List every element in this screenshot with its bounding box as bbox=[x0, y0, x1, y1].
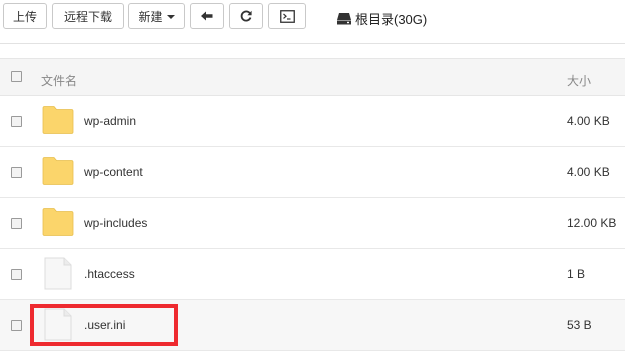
row-checkbox[interactable] bbox=[11, 269, 22, 280]
row-checkbox[interactable] bbox=[11, 320, 22, 331]
new-label: 新建 bbox=[138, 9, 163, 24]
file-size: 4.00 KB bbox=[567, 165, 610, 179]
table-header: 文件名 大小 bbox=[0, 58, 625, 96]
caret-down-icon bbox=[166, 14, 175, 19]
file-name[interactable]: wp-includes bbox=[84, 216, 147, 230]
table-row[interactable]: wp-admin 4.00 KB bbox=[0, 96, 625, 147]
folder-icon bbox=[42, 106, 74, 134]
terminal-button[interactable] bbox=[268, 3, 306, 29]
file-size: 53 B bbox=[567, 318, 592, 332]
select-all-checkbox[interactable] bbox=[11, 71, 22, 82]
highlight-box bbox=[30, 304, 178, 346]
file-icon bbox=[44, 257, 72, 290]
remote-download-button[interactable]: 远程下载 bbox=[52, 3, 124, 29]
file-name[interactable]: .htaccess bbox=[84, 267, 135, 281]
root-directory-breadcrumb[interactable]: 根目录(30G) bbox=[336, 9, 427, 28]
root-directory-label: 根目录(30G) bbox=[355, 12, 428, 27]
file-size: 1 B bbox=[567, 267, 586, 281]
arrow-left-icon bbox=[201, 11, 213, 21]
row-checkbox[interactable] bbox=[11, 218, 22, 229]
row-checkbox[interactable] bbox=[11, 116, 22, 127]
row-checkbox[interactable] bbox=[11, 167, 22, 178]
table-row[interactable]: wp-includes 12.00 KB bbox=[0, 198, 625, 249]
file-name[interactable]: wp-content bbox=[84, 165, 143, 179]
hard-drive-icon bbox=[337, 13, 351, 25]
remote-download-label: 远程下载 bbox=[63, 9, 112, 24]
toolbar: 上传 远程下载 新建 根目录(30G) bbox=[0, 0, 625, 44]
file-size: 4.00 KB bbox=[567, 114, 610, 128]
column-header-size[interactable]: 大小 bbox=[567, 72, 591, 89]
table-row[interactable]: wp-content 4.00 KB bbox=[0, 147, 625, 198]
file-size: 12.00 KB bbox=[567, 216, 617, 230]
folder-icon bbox=[42, 157, 74, 185]
table-row[interactable]: .htaccess 1 B bbox=[0, 249, 625, 300]
upload-button[interactable]: 上传 bbox=[3, 3, 47, 29]
refresh-icon bbox=[240, 10, 252, 22]
column-header-name[interactable]: 文件名 bbox=[41, 72, 77, 89]
back-button[interactable] bbox=[190, 3, 224, 29]
folder-icon bbox=[42, 208, 74, 236]
upload-label: 上传 bbox=[12, 9, 37, 24]
refresh-button[interactable] bbox=[229, 3, 263, 29]
file-name[interactable]: wp-admin bbox=[84, 114, 136, 128]
new-dropdown-button[interactable]: 新建 bbox=[128, 3, 185, 29]
terminal-icon bbox=[279, 9, 295, 23]
